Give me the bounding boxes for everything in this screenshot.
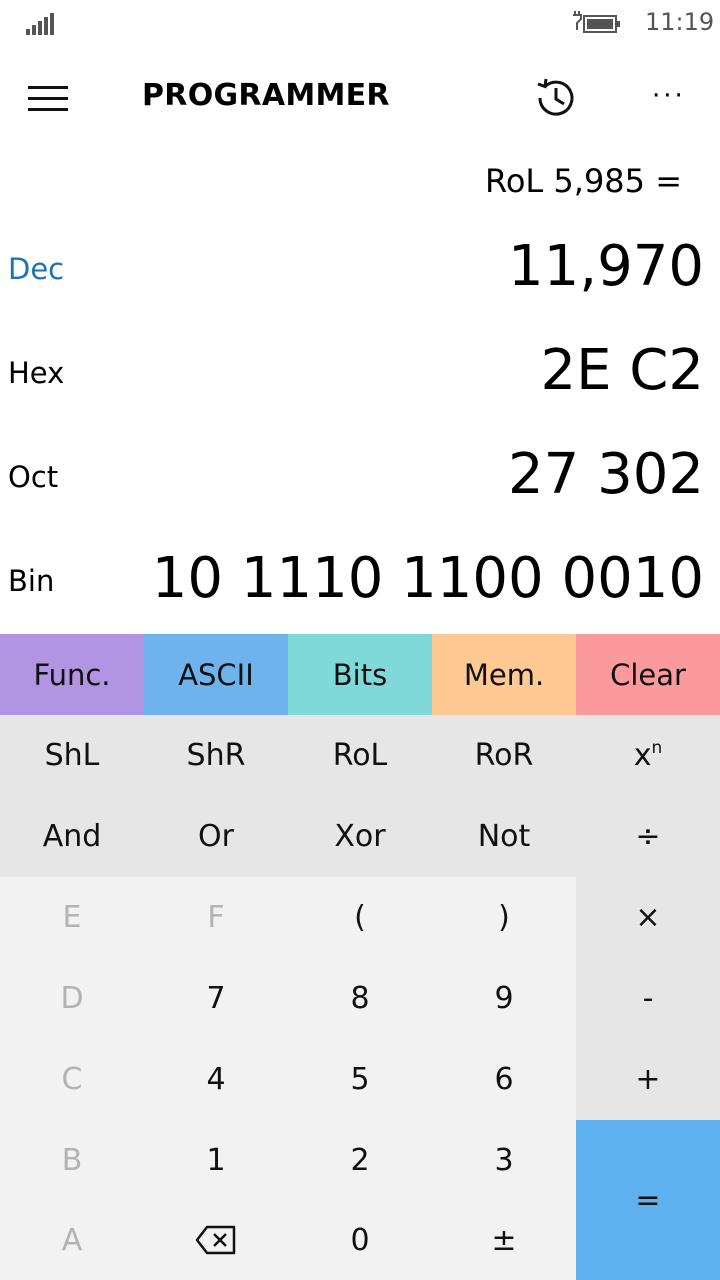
- display-dec[interactable]: Dec 11,970: [0, 220, 720, 324]
- display-hex[interactable]: Hex 2E C2: [0, 324, 720, 428]
- bits-button[interactable]: Bits: [288, 634, 432, 715]
- display-value-oct: 27 302: [508, 442, 704, 507]
- divide-key[interactable]: ÷: [576, 796, 720, 877]
- base-label-bin: Bin: [8, 564, 55, 598]
- history-icon[interactable]: [532, 74, 580, 122]
- battery-charging-icon: [573, 11, 620, 33]
- base-label-hex: Hex: [8, 356, 65, 390]
- shl-key[interactable]: ShL: [0, 715, 144, 796]
- status-bar: 11:19: [0, 0, 720, 50]
- power-key-exponent: n: [651, 737, 663, 758]
- plus-key[interactable]: +: [576, 1039, 720, 1120]
- expression-display: RoL 5,985 =: [485, 162, 682, 200]
- signal-bars-icon: [26, 13, 56, 35]
- more-options-icon[interactable]: ···: [652, 83, 692, 109]
- category-bar: Func. ASCII Bits Mem. Clear: [0, 634, 720, 715]
- backspace-key[interactable]: [144, 1200, 288, 1280]
- ascii-button[interactable]: ASCII: [144, 634, 288, 715]
- app-header: PROGRAMMER ···: [0, 56, 720, 140]
- xor-key[interactable]: Xor: [288, 796, 432, 877]
- display-value-bin: 10 1110 1100 0010: [151, 546, 704, 611]
- rol-key[interactable]: RoL: [288, 715, 432, 796]
- digit-9-key[interactable]: 9: [432, 958, 576, 1039]
- hex-a-key[interactable]: A: [0, 1200, 144, 1280]
- display-value-dec: 11,970: [508, 234, 704, 299]
- hex-f-key[interactable]: F: [144, 877, 288, 958]
- backspace-icon: [195, 1225, 236, 1255]
- digit-7-key[interactable]: 7: [144, 958, 288, 1039]
- shr-key[interactable]: ShR: [144, 715, 288, 796]
- display-value-hex: 2E C2: [540, 338, 704, 403]
- ror-key[interactable]: RoR: [432, 715, 576, 796]
- digit-3-key[interactable]: 3: [432, 1120, 576, 1200]
- digit-0-key[interactable]: 0: [288, 1200, 432, 1280]
- display-oct[interactable]: Oct 27 302: [0, 428, 720, 532]
- clear-button[interactable]: Clear: [576, 634, 720, 715]
- hex-b-key[interactable]: B: [0, 1120, 144, 1200]
- digit-2-key[interactable]: 2: [288, 1120, 432, 1200]
- hex-c-key[interactable]: C: [0, 1039, 144, 1120]
- base-label-dec: Dec: [8, 252, 65, 286]
- page-title: PROGRAMMER: [142, 78, 390, 113]
- or-key[interactable]: Or: [144, 796, 288, 877]
- minus-key[interactable]: -: [576, 958, 720, 1039]
- equals-key[interactable]: =: [576, 1120, 720, 1280]
- hamburger-menu-icon[interactable]: [28, 86, 68, 112]
- multiply-key[interactable]: ×: [576, 877, 720, 958]
- keypad: ShL ShR RoL RoR xn And Or Xor Not ÷ E F …: [0, 715, 720, 1280]
- power-key[interactable]: xn: [576, 715, 720, 796]
- close-paren-key[interactable]: ): [432, 877, 576, 958]
- and-key[interactable]: And: [0, 796, 144, 877]
- base-label-oct: Oct: [8, 460, 59, 494]
- power-key-base: x: [633, 738, 652, 773]
- mem-button[interactable]: Mem.: [432, 634, 576, 715]
- digit-8-key[interactable]: 8: [288, 958, 432, 1039]
- display-bin[interactable]: Bin 10 1110 1100 0010: [0, 532, 720, 636]
- hex-e-key[interactable]: E: [0, 877, 144, 958]
- open-paren-key[interactable]: (: [288, 877, 432, 958]
- negate-key[interactable]: ±: [432, 1200, 576, 1280]
- digit-4-key[interactable]: 4: [144, 1039, 288, 1120]
- status-time: 11:19: [645, 8, 715, 36]
- hex-d-key[interactable]: D: [0, 958, 144, 1039]
- digit-5-key[interactable]: 5: [288, 1039, 432, 1120]
- digit-1-key[interactable]: 1: [144, 1120, 288, 1200]
- func-button[interactable]: Func.: [0, 634, 144, 715]
- digit-6-key[interactable]: 6: [432, 1039, 576, 1120]
- not-key[interactable]: Not: [432, 796, 576, 877]
